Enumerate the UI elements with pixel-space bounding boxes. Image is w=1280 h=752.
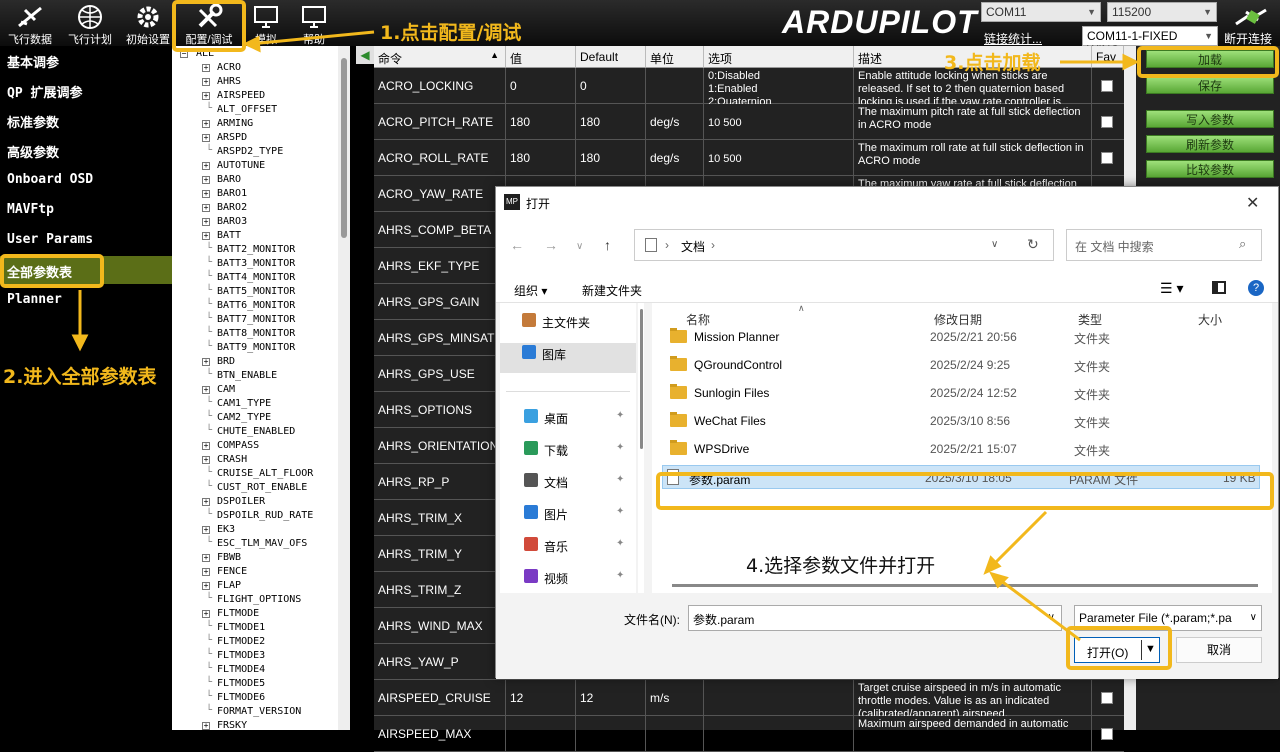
annotation-arrows [71,30,1140,642]
arrow-step1 [249,30,375,46]
annotation-step4: 4.选择参数文件并打开 [746,555,936,577]
annotation-step1: 1.点击配置/调试 [380,22,522,44]
annotation-step3: 3.点击加载 [944,52,1041,74]
arrow-step4a [990,510,1048,568]
annotation-step2: 2.进入全部参数表 [3,366,157,388]
arrow-step4b [999,578,1081,642]
